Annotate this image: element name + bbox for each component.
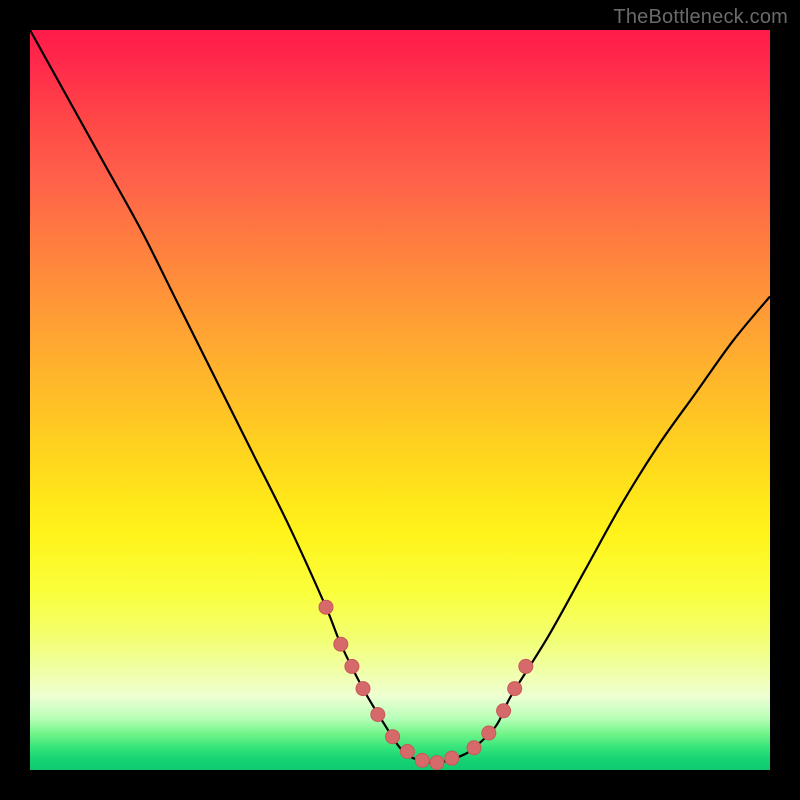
marker-dot	[334, 637, 348, 651]
marker-dot	[319, 600, 333, 614]
marker-dot	[386, 730, 400, 744]
marker-dot	[467, 741, 481, 755]
marker-dot	[482, 726, 496, 740]
bottleneck-curve	[30, 30, 770, 763]
marker-dot	[508, 682, 522, 696]
marker-dot	[400, 745, 414, 759]
watermark-text: TheBottleneck.com	[613, 6, 788, 29]
marker-dot	[497, 704, 511, 718]
chart-frame: TheBottleneck.com	[0, 0, 800, 800]
marker-dot	[356, 682, 370, 696]
marker-dot	[445, 751, 459, 765]
plot-area	[30, 30, 770, 770]
marker-group	[319, 600, 533, 769]
marker-dot	[519, 659, 533, 673]
marker-dot	[430, 756, 444, 770]
marker-dot	[345, 659, 359, 673]
marker-dot	[371, 708, 385, 722]
marker-dot	[415, 753, 429, 767]
curve-svg	[30, 30, 770, 770]
